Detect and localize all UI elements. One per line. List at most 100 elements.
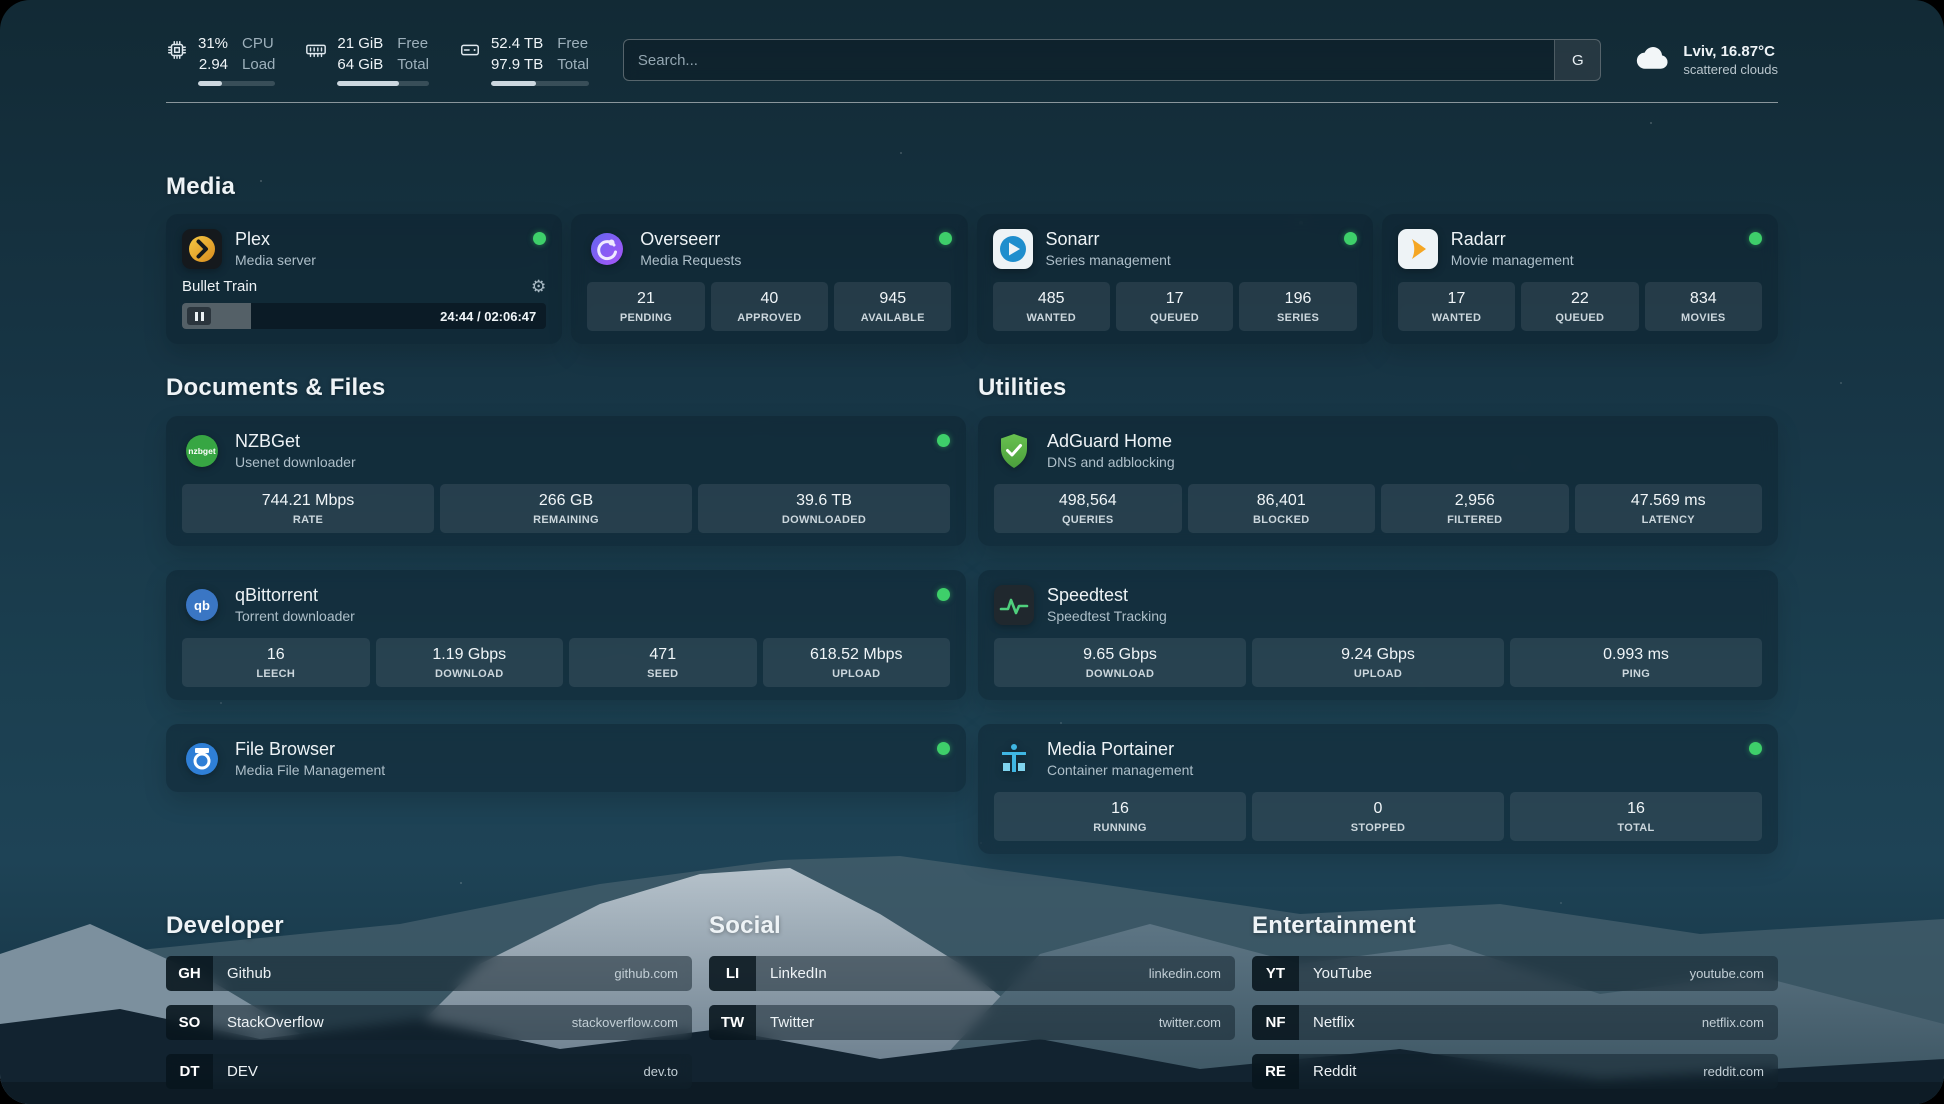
stat: 16 RUNNING — [994, 792, 1246, 841]
weather-location: Lviv, 16.87°C — [1683, 43, 1778, 60]
playback-progress-bar[interactable]: 24:44 / 02:06:47 — [182, 303, 546, 329]
stat: 47.569 ms LATENCY — [1575, 484, 1763, 533]
bookmark-abbr: DT — [166, 1054, 213, 1089]
memory-total-label: Total — [397, 55, 429, 75]
stat-value: 0 — [1256, 799, 1500, 819]
section-title-utilities: Utilities — [978, 374, 1778, 402]
stat-label: QUERIES — [998, 513, 1178, 527]
dashboard-screen: 31% 2.94 CPU Load — [0, 0, 1944, 1104]
stat-value: 2,956 — [1385, 491, 1565, 511]
service-name: Plex — [235, 228, 316, 250]
stat-value: 744.21 Mbps — [186, 491, 430, 511]
bookmark-reddit[interactable]: RE Reddit reddit.com — [1252, 1054, 1778, 1089]
stat: 266 GB REMAINING — [440, 484, 692, 533]
service-desc: Speedtest Tracking — [1047, 607, 1167, 625]
bookmark-linkedin[interactable]: LI LinkedIn linkedin.com — [709, 956, 1235, 991]
stat-value: 266 GB — [444, 491, 688, 511]
bookmark-github[interactable]: GH Github github.com — [166, 956, 692, 991]
bookmark-youtube[interactable]: YT YouTube youtube.com — [1252, 956, 1778, 991]
stat-value: 196 — [1243, 289, 1352, 309]
cpu-usage-value: 31% — [198, 34, 228, 54]
stat-value: 834 — [1649, 289, 1758, 309]
service-card-overseerr[interactable]: Overseerr Media Requests 21 PENDING 40 A… — [571, 214, 967, 344]
section-title-developer: Developer — [166, 912, 692, 940]
service-card-filebrowser[interactable]: File Browser Media File Management — [166, 724, 966, 792]
bookmark-name: Reddit — [1299, 1054, 1703, 1089]
status-dot — [937, 742, 950, 755]
bookmark-group-entertainment: Entertainment YT YouTube youtube.com NF … — [1252, 912, 1778, 1103]
section-media: Media Plex Medi — [166, 173, 1778, 344]
stat-value: 39.6 TB — [702, 491, 946, 511]
now-playing-title: Bullet Train — [182, 278, 257, 295]
search-bar: G — [623, 39, 1601, 81]
search-provider-button[interactable]: G — [1554, 40, 1600, 80]
section-documents: Documents & Files nzbget NZBGet Usenet d — [166, 374, 966, 854]
cpu-icon — [166, 39, 188, 61]
service-card-portainer[interactable]: Media Portainer Container management 16 … — [978, 724, 1778, 854]
cpu-label: CPU — [242, 34, 275, 54]
stat-label: WANTED — [997, 311, 1106, 325]
section-title-entertainment: Entertainment — [1252, 912, 1778, 940]
pause-icon[interactable] — [187, 307, 211, 325]
service-card-speedtest[interactable]: Speedtest Speedtest Tracking 9.65 Gbps D… — [978, 570, 1778, 700]
stat-label: BLOCKED — [1192, 513, 1372, 527]
disk-total-value: 97.9 TB — [491, 55, 543, 75]
stat: 0 STOPPED — [1252, 792, 1504, 841]
plex-icon — [182, 229, 222, 269]
memory-total-value: 64 GiB — [337, 55, 383, 75]
stat-label: DOWNLOAD — [380, 667, 560, 681]
memory-widget: 21 GiB 64 GiB Free Total — [305, 34, 429, 86]
stat: 9.65 Gbps DOWNLOAD — [994, 638, 1246, 687]
status-dot — [939, 232, 952, 245]
memory-icon — [305, 39, 327, 61]
adguard-icon — [994, 431, 1034, 471]
service-name: Radarr — [1451, 228, 1574, 250]
service-card-radarr[interactable]: Radarr Movie management 17 WANTED 22 QUE… — [1382, 214, 1778, 344]
cpu-usage-bar — [198, 81, 275, 86]
disk-widget: 52.4 TB 97.9 TB Free Total — [459, 34, 589, 86]
bookmark-name: Github — [213, 956, 614, 991]
stat: 744.21 Mbps RATE — [182, 484, 434, 533]
service-desc: Media File Management — [235, 761, 385, 779]
filebrowser-icon — [182, 739, 222, 779]
section-title-media: Media — [166, 173, 1778, 201]
status-dot — [1749, 232, 1762, 245]
gear-icon[interactable]: ⚙ — [531, 278, 546, 295]
stat: 21 PENDING — [587, 282, 704, 331]
stat-value: 9.65 Gbps — [998, 645, 1242, 665]
search-input[interactable] — [624, 40, 1554, 80]
service-desc: Media Requests — [640, 251, 741, 269]
bookmark-dev[interactable]: DT DEV dev.to — [166, 1054, 692, 1089]
bookmark-url: twitter.com — [1159, 1005, 1235, 1040]
bookmark-name: YouTube — [1299, 956, 1690, 991]
stat: 1.19 Gbps DOWNLOAD — [376, 638, 564, 687]
service-card-plex[interactable]: Plex Media server Bullet Train ⚙ 24:44 /… — [166, 214, 562, 344]
bookmark-url: reddit.com — [1703, 1054, 1778, 1089]
stat-label: SERIES — [1243, 311, 1352, 325]
top-bar: 31% 2.94 CPU Load — [166, 0, 1778, 86]
stat: 498,564 QUERIES — [994, 484, 1182, 533]
service-card-qbittorrent[interactable]: qb qBittorrent Torrent downloader 16 LEE… — [166, 570, 966, 700]
status-dot — [533, 232, 546, 245]
service-card-nzbget[interactable]: nzbget NZBGet Usenet downloader 744.21 M… — [166, 416, 966, 546]
bookmark-abbr: NF — [1252, 1005, 1299, 1040]
section-title-social: Social — [709, 912, 1235, 940]
stat-label: QUEUED — [1120, 311, 1229, 325]
radarr-icon — [1398, 229, 1438, 269]
bookmark-name: DEV — [213, 1054, 644, 1089]
stat-value: 17 — [1120, 289, 1229, 309]
stat-label: SEED — [573, 667, 753, 681]
stat-label: REMAINING — [444, 513, 688, 527]
bookmark-stackoverflow[interactable]: SO StackOverflow stackoverflow.com — [166, 1005, 692, 1040]
stat: 485 WANTED — [993, 282, 1110, 331]
service-name: NZBGet — [235, 430, 356, 452]
service-card-adguard[interactable]: AdGuard Home DNS and adblocking 498,564 … — [978, 416, 1778, 546]
bookmark-netflix[interactable]: NF Netflix netflix.com — [1252, 1005, 1778, 1040]
stat-label: UPLOAD — [767, 667, 947, 681]
stat-label: LEECH — [186, 667, 366, 681]
stat: 2,956 FILTERED — [1381, 484, 1569, 533]
memory-free-value: 21 GiB — [337, 34, 383, 54]
bookmark-twitter[interactable]: TW Twitter twitter.com — [709, 1005, 1235, 1040]
service-card-sonarr[interactable]: Sonarr Series management 485 WANTED 17 Q… — [977, 214, 1373, 344]
portainer-icon — [994, 739, 1034, 779]
